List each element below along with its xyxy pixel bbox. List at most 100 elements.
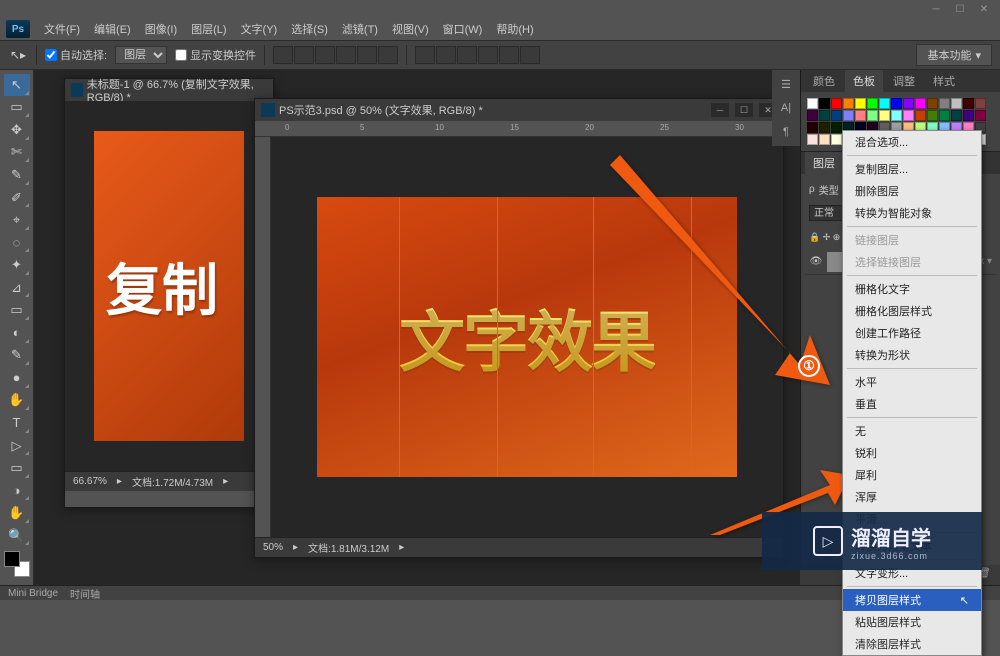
align-bottom[interactable]	[315, 46, 335, 64]
timeline-tab[interactable]: 时间轴	[70, 586, 100, 601]
menu-帮助[interactable]: 帮助(H)	[490, 19, 539, 39]
ctx-栅格化图层样式[interactable]: 栅格化图层样式	[843, 300, 981, 322]
dist-2[interactable]	[436, 46, 456, 64]
dist-4[interactable]	[478, 46, 498, 64]
ctx-删除图层[interactable]: 删除图层	[843, 180, 981, 202]
color-swatch[interactable]	[903, 110, 914, 121]
color-swatch[interactable]	[903, 98, 914, 109]
tool-17[interactable]: ▭	[4, 457, 30, 479]
color-swatch[interactable]	[963, 98, 974, 109]
color-swatch[interactable]	[843, 110, 854, 121]
ctx-栅格化文字[interactable]: 栅格化文字	[843, 278, 981, 300]
ctx-转换为智能对象[interactable]: 转换为智能对象	[843, 202, 981, 224]
color-swatch[interactable]	[819, 98, 830, 109]
color-swatch[interactable]	[951, 98, 962, 109]
color-swatch[interactable]	[807, 98, 818, 109]
tool-13[interactable]: ●	[4, 367, 30, 389]
tool-3[interactable]: ✄	[4, 142, 30, 164]
doc2-maximize[interactable]: ☐	[735, 103, 753, 117]
character-icon[interactable]: A|	[776, 98, 796, 118]
history-icon[interactable]: ☰	[776, 74, 796, 94]
dist-3[interactable]	[457, 46, 477, 64]
color-swatch[interactable]	[819, 110, 830, 121]
color-swatch[interactable]	[939, 98, 950, 109]
color-swatch[interactable]	[855, 98, 866, 109]
color-swatch[interactable]	[951, 110, 962, 121]
color-swatch[interactable]	[807, 122, 818, 133]
ctx-锐利[interactable]: 锐利	[843, 442, 981, 464]
tool-19[interactable]: ✋	[4, 502, 30, 524]
auto-select-checkbox[interactable]	[45, 49, 57, 61]
tool-0[interactable]: ↖	[4, 74, 30, 96]
ctx-混合选项...[interactable]: 混合选项...	[843, 131, 981, 153]
tab-色板[interactable]: 色板	[845, 70, 883, 92]
auto-select-check[interactable]: 自动选择:	[45, 47, 107, 63]
tool-8[interactable]: ✦	[4, 254, 30, 276]
ctx-复制图层...[interactable]: 复制图层...	[843, 158, 981, 180]
tool-7[interactable]: ◌	[4, 232, 30, 254]
align-right[interactable]	[378, 46, 398, 64]
tool-12[interactable]: ✎	[4, 345, 30, 367]
menu-窗口[interactable]: 窗口(W)	[437, 19, 489, 39]
color-swatch[interactable]	[975, 98, 986, 109]
doc1-header[interactable]: 未标题-1 @ 66.7% (复制文字效果, RGB/8) *	[65, 79, 273, 101]
menu-图像[interactable]: 图像(I)	[139, 19, 183, 39]
show-transform-check[interactable]: 显示变换控件	[175, 47, 256, 63]
color-swatch[interactable]	[891, 110, 902, 121]
ctx-创建工作路径[interactable]: 创建工作路径	[843, 322, 981, 344]
guide-vertical[interactable]	[399, 197, 400, 477]
align-top[interactable]	[273, 46, 293, 64]
menu-文字[interactable]: 文字(Y)	[235, 19, 284, 39]
ctx-浑厚[interactable]: 浑厚	[843, 486, 981, 508]
menu-文件[interactable]: 文件(F)	[38, 19, 86, 39]
color-swatch[interactable]	[927, 110, 938, 121]
color-swatch[interactable]	[867, 110, 878, 121]
tool-9[interactable]: ⊿	[4, 277, 30, 299]
tool-4[interactable]: ✎	[4, 164, 30, 186]
doc2-ruler-vertical[interactable]	[255, 137, 271, 537]
workspace-switcher[interactable]: 基本功能▾	[916, 44, 992, 66]
doc2-minimize[interactable]: ─	[711, 103, 729, 117]
tab-样式[interactable]: 样式	[925, 70, 963, 92]
color-swatch[interactable]	[891, 98, 902, 109]
color-swatch[interactable]	[927, 98, 938, 109]
color-swatch[interactable]	[855, 110, 866, 121]
color-swatch[interactable]	[867, 98, 878, 109]
tab-调整[interactable]: 调整	[885, 70, 923, 92]
align-left[interactable]	[336, 46, 356, 64]
color-swatch[interactable]	[915, 110, 926, 121]
window-close[interactable]: ✕	[976, 3, 992, 15]
color-swatch[interactable]	[963, 110, 974, 121]
window-minimize[interactable]: ─	[928, 3, 944, 15]
tool-11[interactable]: ◐	[4, 322, 30, 344]
ctx-转换为形状[interactable]: 转换为形状	[843, 344, 981, 366]
color-swatch[interactable]	[831, 122, 842, 133]
guide-vertical[interactable]	[593, 197, 594, 477]
color-swatch[interactable]	[879, 110, 890, 121]
menu-编辑[interactable]: 编辑(E)	[88, 19, 137, 39]
tool-2[interactable]: ✥	[4, 119, 30, 141]
tool-14[interactable]: ✋	[4, 390, 30, 412]
color-swatch[interactable]	[879, 98, 890, 109]
ctx-粘贴图层样式[interactable]: 粘贴图层样式	[843, 611, 981, 633]
color-swatch[interactable]	[831, 98, 842, 109]
doc2-header[interactable]: PS示范3.psd @ 50% (文字效果, RGB/8) * ─ ☐ ✕	[255, 99, 783, 121]
mini-bridge-tab[interactable]: Mini Bridge	[8, 588, 58, 599]
menu-视图[interactable]: 视图(V)	[386, 19, 435, 39]
tool-20[interactable]: 🔍	[4, 525, 30, 547]
ctx-犀利[interactable]: 犀利	[843, 464, 981, 486]
tool-18[interactable]: ◑	[4, 480, 30, 502]
ctx-垂直[interactable]: 垂直	[843, 393, 981, 415]
menu-图层[interactable]: 图层(L)	[185, 19, 232, 39]
color-swatch[interactable]	[831, 110, 842, 121]
ctx-拷贝图层样式[interactable]: 拷贝图层样式↖	[843, 589, 981, 611]
color-swatch[interactable]	[915, 98, 926, 109]
ctx-无[interactable]: 无	[843, 420, 981, 442]
align-vcenter[interactable]	[294, 46, 314, 64]
tool-6[interactable]: ⌖	[4, 209, 30, 231]
ctx-水平[interactable]: 水平	[843, 371, 981, 393]
dist-5[interactable]	[499, 46, 519, 64]
color-swatch[interactable]	[843, 98, 854, 109]
tool-10[interactable]: ▭	[4, 299, 30, 321]
color-swatch[interactable]	[831, 134, 842, 145]
